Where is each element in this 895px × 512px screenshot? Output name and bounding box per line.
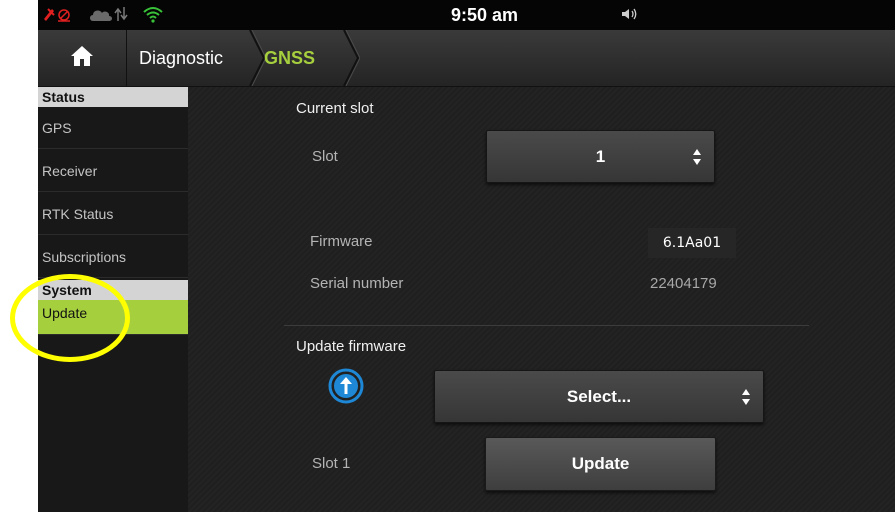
sidebar-item-gps[interactable]: GPS	[38, 107, 188, 149]
serial-number-label: Serial number	[310, 275, 404, 292]
current-slot-title: Current slot	[296, 100, 374, 117]
main-panel: Current slot Slot 1 Firmware 6.1Aa01 Ser…	[188, 87, 895, 512]
firmware-file-select[interactable]: Select...	[434, 370, 764, 423]
breadcrumb-diagnostic[interactable]: Diagnostic	[139, 30, 223, 86]
device-screen: 9:50 am Diagnostic GNSS Status GPS Recei…	[38, 0, 895, 512]
update-firmware-title: Update firmware	[296, 338, 407, 355]
cloud-icon	[88, 5, 114, 27]
update-button[interactable]: Update	[485, 437, 716, 491]
breadcrumb-gnss[interactable]: GNSS	[264, 30, 315, 86]
status-bar: 9:50 am	[38, 0, 895, 30]
volume-icon[interactable]	[620, 5, 640, 27]
wifi-icon	[142, 5, 164, 27]
serial-number-value: 22404179	[650, 275, 717, 292]
breadcrumb-end-icon	[343, 30, 360, 86]
data-transfer-icon	[114, 5, 128, 27]
sidebar-item-subscriptions[interactable]: Subscriptions	[38, 236, 188, 278]
home-button[interactable]	[38, 30, 127, 86]
upload-icon[interactable]	[328, 368, 364, 409]
firmware-label: Firmware	[310, 233, 373, 250]
highlight-ring	[10, 274, 130, 362]
sidebar-item-rtk-status[interactable]: RTK Status	[38, 193, 188, 235]
clock: 9:50 am	[451, 5, 519, 25]
sidebar-item-receiver[interactable]: Receiver	[38, 150, 188, 192]
home-icon	[70, 45, 94, 72]
section-divider	[284, 325, 809, 326]
slot-label: Slot	[312, 148, 338, 165]
no-gps-icon	[42, 5, 72, 27]
slot-select-value: 1	[595, 146, 606, 166]
breadcrumb: Diagnostic GNSS	[38, 30, 895, 87]
slot-select[interactable]: 1	[486, 130, 715, 183]
updown-arrow-icon	[693, 148, 701, 165]
sidebar-section-status: Status	[38, 87, 188, 107]
firmware-file-select-value: Select...	[566, 386, 632, 406]
update-slot-label: Slot 1	[312, 455, 351, 472]
updown-arrow-icon	[742, 388, 750, 405]
firmware-value: 6.1Aa01	[648, 228, 736, 258]
